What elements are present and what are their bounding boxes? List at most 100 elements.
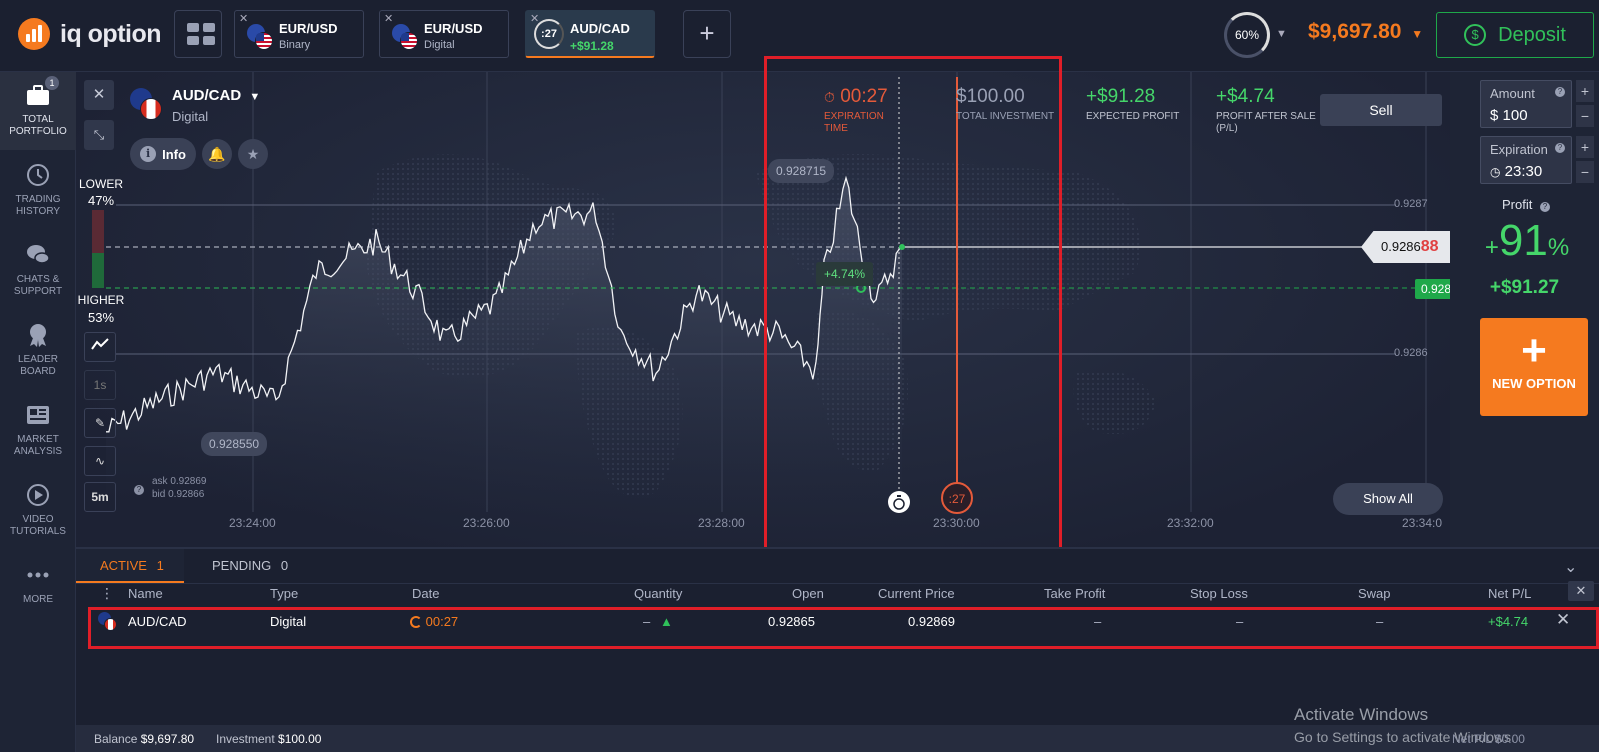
pencil-icon: ✎: [94, 416, 106, 430]
bell-icon[interactable]: 🔔: [202, 139, 232, 169]
column-menu-dots-icon[interactable]: ⋮: [100, 585, 114, 602]
amount-value[interactable]: $ 100: [1490, 107, 1528, 124]
info-icon: i: [140, 146, 157, 162]
current-price-main: 0.9286: [1381, 239, 1421, 254]
footer-balance: Balance $9,697.80: [94, 732, 194, 746]
interval-1s-button[interactable]: 1s: [84, 370, 116, 400]
expiration-decrease-button[interactable]: −: [1576, 161, 1594, 183]
x-axis-label: 23:28:00: [698, 516, 745, 530]
profit-percentage: +91%: [1462, 216, 1592, 266]
x-axis-label: 23:26:00: [463, 516, 510, 530]
sell-button[interactable]: Sell: [1320, 94, 1442, 126]
profit-label-row: Profit ?: [1480, 197, 1572, 212]
profit-after-sale-block: +$4.74 PROFIT AFTER SALE (P/L): [1216, 86, 1316, 135]
current-price-tag: 0.928688: [1361, 231, 1450, 263]
profit-unit: %: [1547, 234, 1570, 261]
help-icon[interactable]: ?: [134, 485, 144, 495]
x-axis-label: 23:24:00: [229, 516, 276, 530]
new-option-label: NEW OPTION: [1492, 376, 1576, 391]
footer-investment-label: Investment: [216, 732, 275, 746]
add-asset-button[interactable]: +: [683, 10, 731, 58]
close-all-button[interactable]: ✕: [1568, 581, 1594, 601]
lower-label: LOWER: [78, 177, 123, 191]
logo-text: iq option: [60, 19, 162, 48]
chevron-down-icon[interactable]: ▼: [1276, 28, 1287, 40]
chart-canvas[interactable]: :27: [76, 72, 1450, 547]
nav-label: Trading history: [15, 194, 61, 217]
indicators-button[interactable]: ∿: [84, 446, 116, 476]
expiration-value[interactable]: ◷ 23:30: [1490, 163, 1542, 180]
grid-cell: [187, 23, 199, 32]
help-icon[interactable]: ?: [1555, 87, 1565, 97]
expiration-field[interactable]: Expiration ? ◷ 23:30: [1480, 136, 1572, 184]
profit-number: 91: [1498, 216, 1548, 265]
new-option-button[interactable]: + NEW OPTION: [1480, 318, 1588, 416]
expiration-time: 23:30: [1504, 163, 1543, 180]
asset-tab-audcad-active[interactable]: ✕ :27 AUD/CAD +$91.28: [525, 10, 655, 58]
close-chart-button[interactable]: ✕: [84, 80, 114, 110]
iq-option-logo[interactable]: iq option: [18, 18, 162, 50]
all-assets-grid-button[interactable]: [174, 10, 222, 58]
drawing-tools-button[interactable]: ✎: [84, 408, 116, 438]
grid-cell: [187, 36, 199, 45]
nav-total-portfolio[interactable]: 1 Total portfolio: [0, 72, 76, 150]
amount-field[interactable]: Amount ? $ 100: [1480, 80, 1572, 128]
asset-tab-eurusd-digital[interactable]: ✕ EUR/USD Digital: [379, 10, 509, 58]
nav-leader-board[interactable]: Leader board: [0, 312, 76, 390]
amount-increase-button[interactable]: +: [1576, 80, 1594, 102]
price-chart[interactable]: :27 ✕ ⤡ AUD/CAD ▼ Digital i Info 🔔 ★ LOW…: [76, 72, 1450, 547]
asset-selector[interactable]: AUD/CAD ▼: [172, 87, 260, 104]
star-icon[interactable]: ★: [238, 139, 268, 169]
nav-market-analysis[interactable]: Market analysis: [0, 392, 76, 470]
tab-asset-type: Binary: [279, 39, 311, 51]
open-price-tag: 0.92865: [1415, 279, 1450, 299]
nav-chats-support[interactable]: Chats & support: [0, 232, 76, 310]
nav-label: More: [23, 594, 53, 605]
windows-watermark-title: Activate Windows: [1294, 705, 1429, 724]
account-progress-ring[interactable]: 60%: [1224, 12, 1270, 58]
chart-type-button[interactable]: [84, 332, 116, 362]
expected-profit-value: +$91.28: [1086, 86, 1156, 107]
collapse-arrows-icon[interactable]: ⤡: [84, 120, 114, 150]
profit-label: Profit: [1502, 197, 1533, 212]
pair-type: Digital: [172, 109, 209, 124]
nav-video-tutorials[interactable]: Video tutorials: [0, 472, 76, 550]
tab-active[interactable]: ACTIVE 1: [76, 549, 184, 583]
tab-asset-type: Digital: [424, 39, 455, 51]
help-icon[interactable]: ?: [1555, 143, 1565, 153]
pair-name: AUD/CAD: [172, 87, 242, 104]
chevron-down-icon: ▼: [249, 91, 261, 103]
help-icon[interactable]: ?: [1539, 202, 1550, 212]
account-balance[interactable]: $9,697.80 ▼: [1308, 20, 1423, 44]
collapse-panel-chevron-icon[interactable]: ⌄: [1564, 557, 1577, 577]
tab-pending[interactable]: PENDING 0: [202, 549, 312, 583]
grid-cell: [203, 23, 215, 32]
footer-investment-value: $100.00: [278, 732, 322, 746]
higher-percentage: 53%: [87, 310, 115, 325]
nav-label: Video tutorials: [10, 514, 66, 537]
highlight-box-trade-info: [764, 56, 1062, 552]
nav-trading-history[interactable]: Trading history: [0, 152, 76, 230]
asset-tab-eurusd-binary[interactable]: ✕ EUR/USD Binary: [234, 10, 364, 58]
interval-5m-button[interactable]: 5m: [84, 482, 116, 512]
expiration-label: Expiration: [1490, 142, 1548, 157]
ask-price: ask 0.92869: [152, 476, 207, 487]
deposit-button[interactable]: $ Deposit: [1436, 12, 1594, 58]
clock-icon: ◷: [1490, 165, 1501, 179]
lower-percentage: 47%: [87, 193, 115, 208]
show-all-button[interactable]: Show All: [1333, 483, 1443, 515]
info-label: Info: [162, 146, 186, 162]
nav-label: Market analysis: [13, 434, 63, 457]
nav-label: Chats & support: [13, 274, 63, 297]
y-axis-label: 0.9286: [1394, 347, 1428, 359]
amount-decrease-button[interactable]: −: [1576, 105, 1594, 127]
profit-after-sale-value: +$4.74: [1216, 86, 1275, 107]
tab-asset-name: EUR/USD: [279, 21, 338, 36]
info-button[interactable]: i Info: [130, 138, 196, 170]
tab-count: 1: [156, 558, 164, 573]
profit-after-sale-label: PROFIT AFTER SALE (P/L): [1216, 111, 1316, 134]
nav-more[interactable]: More: [0, 552, 76, 630]
nav-label: Total portfolio: [9, 114, 67, 137]
higher-label: HIGHER: [77, 293, 125, 307]
expiration-increase-button[interactable]: +: [1576, 136, 1594, 158]
